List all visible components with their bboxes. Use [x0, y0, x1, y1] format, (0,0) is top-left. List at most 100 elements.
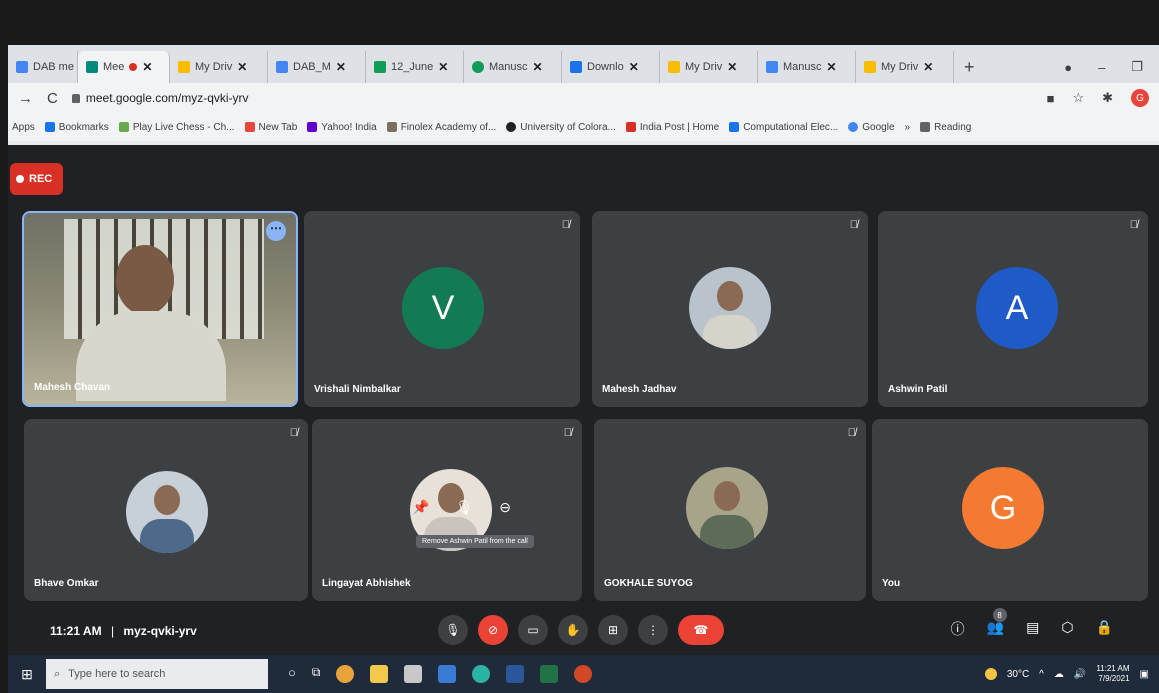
bookmark-apps[interactable]: Apps: [12, 122, 35, 133]
bookmark-bookmarks[interactable]: Bookmarks: [44, 122, 109, 133]
tab-download[interactable]: Downlo ✕: [562, 51, 660, 83]
taskbar-search-input[interactable]: ⌕ Type here to search: [46, 659, 268, 689]
chevron-up-icon[interactable]: ^: [1039, 669, 1044, 680]
taskbar-clock[interactable]: 11:21 AM 7/9/2021: [1096, 664, 1129, 684]
activities-icon[interactable]: ⬡: [1061, 619, 1073, 639]
bookmark-finolex[interactable]: Finolex Academy of...: [386, 122, 496, 133]
participant-tile[interactable]: 🎙̸ Mahesh Jadhav: [592, 211, 868, 407]
more-options-button[interactable]: ⋯: [266, 221, 286, 241]
participant-tile[interactable]: 🎙̸ 📌 🎙 ⊖ Remove Ashwin Patil from the ca…: [312, 419, 582, 601]
tab-manuscript[interactable]: Manusc ✕: [464, 51, 562, 83]
bookmark-computational[interactable]: Computational Elec...: [729, 122, 838, 133]
close-icon[interactable]: ✕: [923, 60, 933, 74]
leave-call-button[interactable]: ☎: [678, 615, 724, 645]
close-icon[interactable]: ✕: [336, 60, 346, 74]
forward-icon[interactable]: →: [18, 90, 33, 107]
avatar-head: [154, 485, 180, 515]
bookmark-new-tab[interactable]: New Tab: [244, 122, 297, 133]
address-bar-actions: ■ ☆ ✱ G: [1047, 89, 1159, 107]
network-icon[interactable]: ☁: [1054, 669, 1064, 680]
tab-meet[interactable]: Mee ✕: [78, 51, 170, 83]
tab-my-drive-2[interactable]: My Driv ✕: [660, 51, 758, 83]
cortana-icon[interactable]: ○: [288, 665, 296, 683]
weather-temperature[interactable]: 30°C: [1007, 669, 1029, 680]
new-tab-button[interactable]: +: [954, 51, 985, 83]
camera-in-use-icon[interactable]: ■: [1047, 91, 1055, 106]
tab-my-drive-3[interactable]: My Driv ✕: [856, 51, 954, 83]
chat-icon[interactable]: ▤: [1026, 619, 1039, 639]
reload-icon[interactable]: C: [47, 90, 58, 107]
close-icon[interactable]: ✕: [142, 60, 152, 74]
bookmark-star-icon[interactable]: ☆: [1072, 90, 1084, 106]
participant-name: GOKHALE SUYOG: [604, 578, 693, 589]
participant-avatar: A: [976, 267, 1058, 349]
drive-icon: [668, 61, 680, 73]
bookmark-yahoo[interactable]: Yahoo! India: [307, 122, 377, 133]
participant-tile[interactable]: G You: [872, 419, 1148, 601]
pin-icon[interactable]: 📌: [412, 499, 429, 516]
extensions-icon[interactable]: ✱: [1102, 90, 1113, 106]
store-icon[interactable]: [404, 665, 423, 683]
tab-dab-meeting[interactable]: DAB me ✕: [8, 51, 78, 83]
mic-off-icon: 🎙̸: [561, 219, 570, 231]
excel-icon[interactable]: [540, 665, 559, 683]
remove-participant-icon[interactable]: ⊖: [499, 499, 511, 516]
task-view-icon[interactable]: ⧉: [312, 665, 321, 683]
tab-manuscript-2[interactable]: Manusc ✕: [758, 51, 856, 83]
participant-tile[interactable]: ⋯ Mahesh Chavan: [22, 211, 298, 407]
restore-icon[interactable]: ❐: [1131, 59, 1143, 75]
participant-head: [116, 245, 174, 315]
bookmark-university[interactable]: University of Colora...: [506, 122, 616, 133]
windows-start-icon[interactable]: ⊞: [8, 655, 46, 693]
notifications-icon[interactable]: ▣: [1140, 669, 1149, 680]
hand-icon: ✋: [565, 623, 581, 637]
edge-icon[interactable]: [472, 665, 491, 683]
participant-tile[interactable]: 🎙̸ GOKHALE SUYOG: [594, 419, 866, 601]
powerpoint-icon[interactable]: [574, 665, 593, 683]
google-icon: [848, 122, 859, 132]
volume-icon[interactable]: 🔊: [1074, 669, 1086, 680]
tab-search-icon[interactable]: ●: [1064, 60, 1072, 75]
avatar-body: [700, 515, 754, 549]
present-button[interactable]: ⊞: [598, 615, 628, 645]
close-icon[interactable]: ✕: [237, 60, 247, 74]
bookmark-google[interactable]: Google: [848, 122, 895, 133]
profile-avatar[interactable]: G: [1131, 89, 1149, 107]
participant-name: Mahesh Chavan: [34, 382, 111, 393]
captions-button[interactable]: ▭: [518, 615, 548, 645]
close-icon[interactable]: ✕: [533, 60, 543, 74]
tab-dab-doc[interactable]: DAB_M ✕: [268, 51, 366, 83]
bookmark-chess[interactable]: Play Live Chess - Ch...: [118, 122, 235, 133]
microphone-button[interactable]: 🎙: [438, 615, 468, 645]
chrome-icon[interactable]: [336, 665, 355, 683]
bookmark-india-post[interactable]: India Post | Home: [625, 122, 719, 133]
url-field[interactable]: meet.google.com/myz-qvki-yrv: [71, 91, 249, 105]
star-icon: [44, 122, 55, 132]
close-icon[interactable]: ✕: [629, 60, 639, 74]
more-options-button[interactable]: ⋮: [638, 615, 668, 645]
host-controls-icon[interactable]: 🔒: [1096, 619, 1113, 639]
mail-icon[interactable]: [438, 665, 457, 683]
drive-icon: [864, 61, 876, 73]
bookmarks-overflow[interactable]: »: [905, 122, 911, 133]
camera-button[interactable]: ⊘: [478, 615, 508, 645]
participant-tile[interactable]: 🎙̸ V Vrishali Nimbalkar: [304, 211, 580, 407]
tab-my-drive[interactable]: My Driv ✕: [170, 51, 268, 83]
file-explorer-icon[interactable]: [370, 665, 389, 683]
tab-12-june[interactable]: 12_June ✕: [366, 51, 464, 83]
bookmark-reading-list[interactable]: Reading: [920, 122, 971, 133]
people-button[interactable]: 8 👥: [987, 608, 1007, 639]
meeting-details-icon[interactable]: ⓘ: [951, 619, 965, 639]
side-panel-buttons: ⓘ 8 👥 ▤ ⬡ 🔒: [951, 608, 1113, 639]
minimize-icon[interactable]: –: [1098, 60, 1105, 75]
close-icon[interactable]: ✕: [438, 60, 448, 74]
screen: DAB me ✕ Mee ✕ My Driv ✕ DAB_M ✕ 12: [0, 0, 1159, 693]
close-icon[interactable]: ✕: [827, 60, 837, 74]
participant-tile[interactable]: 🎙̸ Bhave Omkar: [24, 419, 308, 601]
word-icon[interactable]: [506, 665, 525, 683]
camera-off-icon: ⊘: [487, 623, 499, 637]
participant-tile[interactable]: 🎙̸ A Ashwin Patil: [878, 211, 1148, 407]
mute-participant-icon[interactable]: 🎙: [455, 499, 473, 516]
raise-hand-button[interactable]: ✋: [558, 615, 588, 645]
close-icon[interactable]: ✕: [727, 60, 737, 74]
